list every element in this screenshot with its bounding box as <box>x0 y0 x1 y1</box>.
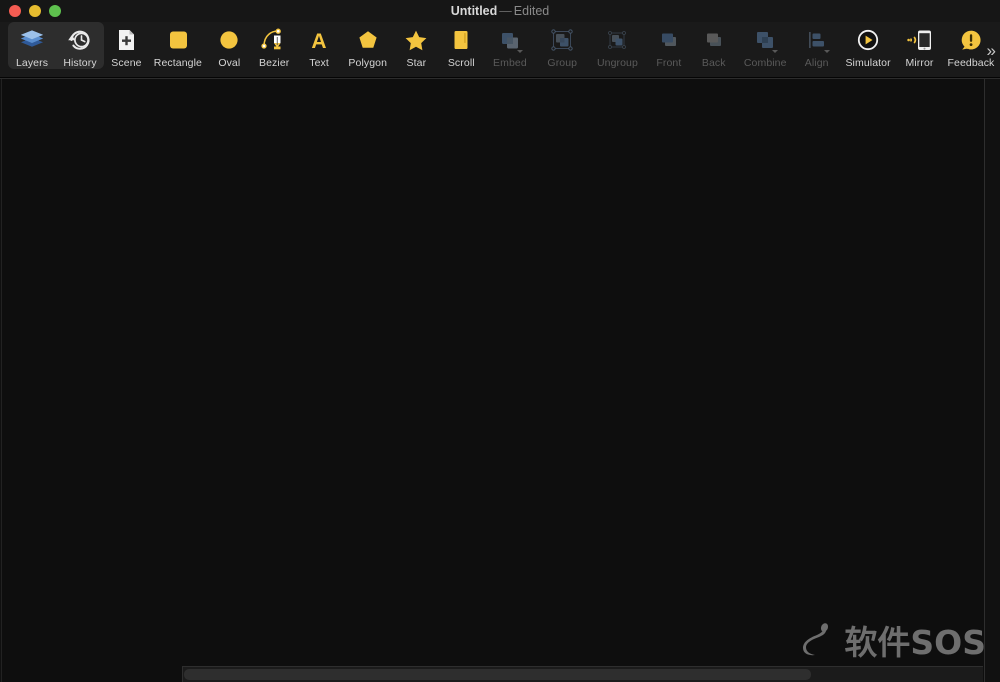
toolbar-item-history[interactable]: History <box>56 22 104 69</box>
document-edited-state: Edited <box>513 4 550 18</box>
toolbar-label-layers: Layers <box>15 57 49 69</box>
toolbar-item-ungroup[interactable]: Ungroup <box>588 22 646 69</box>
toolbar-item-oval[interactable]: Oval <box>207 22 252 69</box>
text-icon: A <box>304 26 334 54</box>
combine-icon <box>750 26 780 54</box>
toolbar-item-polygon[interactable]: Polygon <box>342 22 394 69</box>
scroll-icon <box>446 26 476 54</box>
main-toolbar: Layers History Scene Rectangle Oval Bezi… <box>0 22 1000 78</box>
toolbar-item-text[interactable]: A Text <box>297 22 342 69</box>
chevron-down-icon <box>823 50 830 53</box>
toolbar-label-rectangle: Rectangle <box>153 57 202 69</box>
group-icon <box>547 26 577 54</box>
document-title: Untitled <box>450 4 498 18</box>
bring-front-icon <box>654 26 684 54</box>
design-canvas[interactable] <box>1 79 984 682</box>
send-back-icon <box>699 26 729 54</box>
editor-body: 软件SOS <box>0 78 1000 682</box>
toolbar-item-simulator[interactable]: Simulator <box>839 22 897 69</box>
toolbar-item-combine[interactable]: Combine <box>736 22 794 69</box>
toolbar-label-polygon: Polygon <box>348 57 388 69</box>
chevron-down-icon <box>772 50 779 53</box>
layers-icon <box>17 26 47 54</box>
toolbar-label-ungroup: Ungroup <box>596 57 638 69</box>
align-icon <box>802 26 832 54</box>
horizontal-scrollbar[interactable] <box>182 666 983 682</box>
toolbar-label-text: Text <box>309 57 329 69</box>
window-titlebar: Untitled — Edited <box>0 0 1000 22</box>
history-icon <box>65 26 95 54</box>
toolbar-label-group: Group <box>547 57 578 69</box>
app-window: Untitled — Edited Layers History Scene R… <box>0 0 1000 682</box>
polygon-icon <box>353 26 383 54</box>
title-separator: — <box>499 4 512 18</box>
svg-text:A: A <box>312 30 327 52</box>
toolbar-item-back[interactable]: Back <box>691 22 736 69</box>
toolbar-item-embed[interactable]: Embed <box>484 22 536 69</box>
toolbar-item-align[interactable]: Align <box>794 22 839 69</box>
right-scroll-rail[interactable] <box>984 79 1000 682</box>
toolbar-label-simulator: Simulator <box>845 57 891 69</box>
toolbar-item-star[interactable]: Star <box>394 22 439 69</box>
toolbar-label-bezier: Bezier <box>259 57 290 69</box>
oval-icon <box>214 26 244 54</box>
bezier-pen-icon <box>259 26 289 54</box>
mirror-device-icon <box>905 26 935 54</box>
toolbar-item-scroll[interactable]: Scroll <box>439 22 484 69</box>
toolbar-label-front: Front <box>656 57 682 69</box>
toolbar-label-scene: Scene <box>111 57 142 69</box>
toolbar-label-scroll: Scroll <box>447 57 475 69</box>
toolbar-item-front[interactable]: Front <box>646 22 691 69</box>
simulator-play-icon <box>853 26 883 54</box>
traffic-light-group <box>0 5 61 17</box>
zoom-window-button[interactable] <box>49 5 61 17</box>
minimize-window-button[interactable] <box>29 5 41 17</box>
toolbar-item-rectangle[interactable]: Rectangle <box>149 22 207 69</box>
rectangle-icon <box>163 26 193 54</box>
toolbar-label-align: Align <box>804 57 829 69</box>
star-icon <box>401 26 431 54</box>
toolbar-item-layers[interactable]: Layers <box>8 22 56 69</box>
toolbar-item-group[interactable]: Group <box>536 22 588 69</box>
toolbar-group-panels: Layers History <box>8 22 104 69</box>
toolbar-label-history: History <box>63 57 97 69</box>
toolbar-overflow-button[interactable]: » <box>987 42 997 59</box>
horizontal-scrollbar-thumb[interactable] <box>184 669 811 680</box>
toolbar-item-bezier[interactable]: Bezier <box>252 22 297 69</box>
toolbar-label-mirror: Mirror <box>905 57 934 69</box>
ungroup-icon <box>602 26 632 54</box>
toolbar-item-mirror[interactable]: Mirror <box>897 22 942 69</box>
toolbar-label-oval: Oval <box>218 57 241 69</box>
window-title: Untitled — Edited <box>0 0 1000 22</box>
toolbar-label-embed: Embed <box>493 57 527 69</box>
feedback-icon <box>956 26 986 54</box>
toolbar-label-combine: Combine <box>743 57 787 69</box>
close-window-button[interactable] <box>9 5 21 17</box>
scene-icon <box>111 26 141 54</box>
toolbar-item-scene[interactable]: Scene <box>104 22 149 69</box>
toolbar-label-back: Back <box>701 57 726 69</box>
toolbar-label-star: Star <box>406 57 427 69</box>
chevron-down-icon <box>516 50 523 53</box>
embed-icon <box>495 26 525 54</box>
